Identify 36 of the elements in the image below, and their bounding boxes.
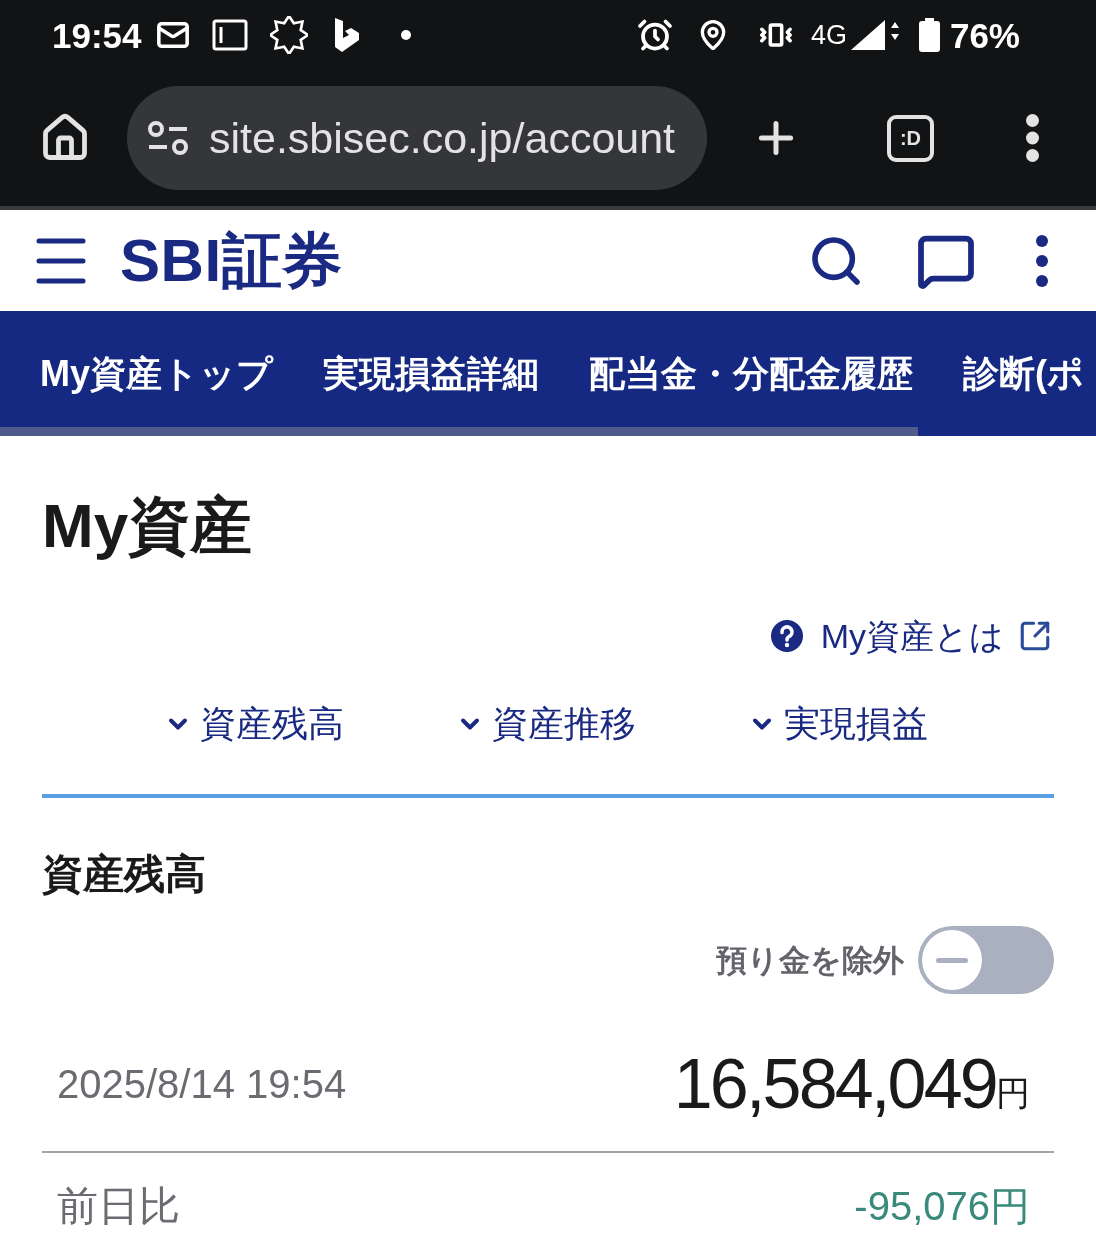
clock-time: 19:54: [52, 17, 142, 53]
nav-tab[interactable]: 診断(ポ: [963, 356, 1084, 392]
help-link[interactable]: My資産とは: [770, 616, 1054, 656]
url-text: site.sbisec.co.jp/account: [209, 116, 676, 160]
card-icon: [211, 19, 248, 51]
timestamp: 2025/8/14 19:54: [57, 1064, 347, 1104]
jump-link[interactable]: 資産推移: [456, 704, 636, 744]
external-link-icon: [1018, 619, 1052, 653]
minus-icon: [936, 957, 968, 963]
currency-unit: 円: [996, 1076, 1030, 1110]
jump-link[interactable]: 実現損益: [748, 704, 928, 744]
page-title: My資産: [42, 490, 253, 562]
help-icon: [770, 620, 803, 652]
logo-icon: [334, 18, 359, 52]
more-icon: [1035, 233, 1049, 288]
address-bar[interactable]: site.sbisec.co.jp/account: [127, 86, 707, 190]
change-amount: -95,076円: [854, 1186, 1030, 1226]
change-label: 前日比: [57, 1185, 180, 1227]
jump-link[interactable]: 資産残高: [164, 704, 344, 744]
alarm-icon: [636, 17, 673, 53]
sparkle-icon: [269, 16, 308, 54]
more-icon: [1025, 114, 1039, 162]
nav-tab[interactable]: 実現損益詳細: [323, 356, 539, 392]
section-heading: 資産残高: [42, 850, 206, 899]
total-amount: 16,584,049: [673, 1049, 996, 1119]
nav-tab[interactable]: 配当金・分配金履歴: [589, 356, 913, 392]
tune-icon: [147, 120, 189, 156]
battery-percent: 76%: [949, 17, 1020, 53]
nav-tab[interactable]: My資産トップ: [40, 356, 273, 392]
browser-menu-button[interactable]: [1024, 113, 1040, 163]
network-type: 4G: [810, 21, 847, 49]
signal-icon: [850, 20, 899, 50]
battery-icon: [918, 18, 940, 52]
tab-switcher-button[interactable]: :D: [887, 114, 934, 162]
toggle-label: 預り金を除外: [716, 944, 904, 976]
site-logo[interactable]: SBI証券: [120, 230, 344, 291]
